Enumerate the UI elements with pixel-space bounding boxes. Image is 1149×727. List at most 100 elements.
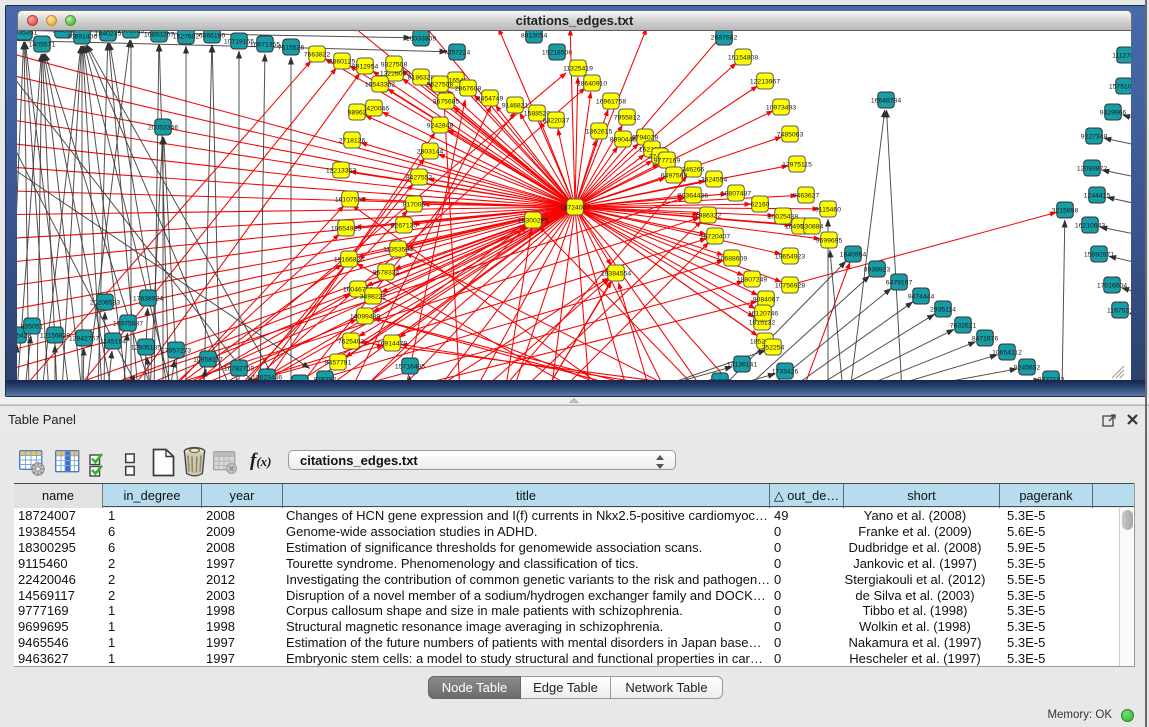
svg-text:654321: 654321 xyxy=(709,379,732,381)
svg-text:19654925: 19654925 xyxy=(331,226,361,233)
svg-text:7663822: 7663822 xyxy=(304,52,331,59)
svg-text:817006: 817006 xyxy=(403,202,426,209)
svg-text:835051: 835051 xyxy=(21,324,44,331)
svg-text:16154808: 16154808 xyxy=(728,55,758,62)
svg-text:7515526: 7515526 xyxy=(278,45,305,52)
svg-text:7625402: 7625402 xyxy=(338,339,365,346)
svg-text:7485063: 7485063 xyxy=(777,132,804,139)
svg-text:6479197: 6479197 xyxy=(886,280,913,287)
svg-text:14099489: 14099489 xyxy=(350,314,380,321)
svg-text:20053346: 20053346 xyxy=(148,125,178,132)
svg-text:12156829: 12156829 xyxy=(40,333,70,340)
svg-text:19654923: 19654923 xyxy=(775,254,805,261)
svg-text:12823446: 12823446 xyxy=(252,375,282,381)
svg-text:2718126: 2718126 xyxy=(339,138,366,145)
svg-text:2687682: 2687682 xyxy=(711,35,738,42)
svg-text:8912954: 8912954 xyxy=(352,64,379,71)
svg-text:8813054: 8813054 xyxy=(521,33,548,40)
svg-text:8678334: 8678334 xyxy=(373,270,400,277)
svg-text:19384554: 19384554 xyxy=(601,271,631,278)
svg-text:18640910: 18640910 xyxy=(577,81,607,88)
svg-text:9472183: 9472183 xyxy=(1038,377,1065,381)
svg-text:7986322: 7986322 xyxy=(695,213,722,220)
svg-text:9474444: 9474444 xyxy=(908,294,935,301)
svg-text:18807249: 18807249 xyxy=(737,277,767,284)
svg-text:16914479: 16914479 xyxy=(377,341,407,348)
svg-text:1145194: 1145194 xyxy=(100,339,126,346)
svg-text:1405571: 1405571 xyxy=(29,42,56,49)
svg-text:3675685: 3675685 xyxy=(433,99,460,106)
svg-text:17957273: 17957273 xyxy=(161,348,191,355)
svg-text:1362615: 1362615 xyxy=(586,129,613,136)
svg-text:10688609: 10688609 xyxy=(717,256,747,263)
svg-text:1112753: 1112753 xyxy=(1112,53,1131,60)
svg-text:1591523: 1591523 xyxy=(118,31,145,35)
svg-text:3498222: 3498222 xyxy=(360,294,387,301)
svg-text:19166825: 19166825 xyxy=(334,257,364,264)
svg-text:8938923: 8938923 xyxy=(864,267,891,274)
svg-text:9463627: 9463627 xyxy=(793,193,820,200)
svg-text:10756928: 10756928 xyxy=(775,283,805,290)
svg-text:8186328: 8186328 xyxy=(408,75,435,82)
svg-text:16671355: 16671355 xyxy=(250,42,280,49)
svg-text:16210643: 16210643 xyxy=(1075,223,1105,230)
svg-text:7632621: 7632621 xyxy=(950,323,977,330)
svg-text:230884: 230884 xyxy=(801,224,824,231)
svg-text:16961758: 16961758 xyxy=(596,99,626,106)
svg-text:20364436: 20364436 xyxy=(678,193,708,200)
svg-text:1167531: 1167531 xyxy=(1107,308,1131,315)
svg-text:252254: 252254 xyxy=(762,345,785,352)
svg-text:2803144: 2803144 xyxy=(417,149,444,156)
svg-text:7357224: 7357224 xyxy=(444,50,471,57)
svg-text:16033809: 16033809 xyxy=(406,36,436,43)
svg-text:10653267: 10653267 xyxy=(144,32,174,39)
svg-text:12213967: 12213967 xyxy=(750,79,780,86)
svg-text:9329966: 9329966 xyxy=(1100,110,1127,117)
svg-text:8035351: 8035351 xyxy=(17,31,37,37)
svg-text:9327508: 9327508 xyxy=(381,62,408,69)
svg-text:11353504: 11353504 xyxy=(383,247,413,254)
svg-text:15720407: 15720407 xyxy=(700,234,730,241)
svg-text:3624554: 3624554 xyxy=(701,177,728,184)
svg-text:16543362: 16543362 xyxy=(365,82,395,89)
svg-text:6497568: 6497568 xyxy=(661,173,688,180)
svg-text:9527508: 9527508 xyxy=(427,82,454,89)
svg-text:12975115: 12975115 xyxy=(782,162,812,169)
svg-text:20206533: 20206533 xyxy=(90,300,120,307)
svg-text:98962: 98962 xyxy=(348,110,367,117)
svg-text:9245652: 9245652 xyxy=(1014,365,1041,372)
svg-text:3215958: 3215958 xyxy=(1052,208,1079,215)
svg-text:9242848: 9242848 xyxy=(427,123,454,130)
svg-text:8267130: 8267130 xyxy=(391,223,418,230)
svg-text:10973493: 10973493 xyxy=(766,105,796,112)
svg-text:12505135: 12505135 xyxy=(131,345,161,352)
svg-text:11325419: 11325419 xyxy=(563,66,593,73)
svg-text:9457791: 9457791 xyxy=(325,360,352,367)
svg-text:19218506: 19218506 xyxy=(542,50,572,57)
svg-text:9146821: 9146821 xyxy=(502,103,529,110)
svg-text:62160: 62160 xyxy=(751,202,770,209)
svg-text:16782759: 16782759 xyxy=(224,366,254,373)
svg-text:8471676: 8471676 xyxy=(972,336,999,343)
svg-text:9084067: 9084067 xyxy=(753,297,780,304)
svg-text:20691406: 20691406 xyxy=(67,34,97,41)
svg-text:16120746: 16120746 xyxy=(748,311,778,318)
svg-text:17838924: 17838924 xyxy=(133,296,163,303)
svg-text:14136141: 14136141 xyxy=(727,362,757,369)
svg-text:1527602: 1527602 xyxy=(173,34,200,41)
svg-text:6794028: 6794028 xyxy=(632,135,659,142)
svg-text:1733426: 1733426 xyxy=(772,369,799,376)
svg-text:9699695: 9699695 xyxy=(816,238,843,245)
svg-text:8427552: 8427552 xyxy=(406,175,433,182)
svg-text:15751074: 15751074 xyxy=(1109,84,1131,91)
svg-text:2867608: 2867608 xyxy=(455,86,482,93)
svg-text:15716485: 15716485 xyxy=(395,364,425,371)
svg-text:12213363: 12213363 xyxy=(326,168,356,175)
svg-text:16648784: 16648784 xyxy=(871,98,901,105)
svg-text:2935114: 2935114 xyxy=(930,307,956,314)
svg-text:9227349: 9227349 xyxy=(1081,134,1108,141)
svg-text:9115460: 9115460 xyxy=(815,207,841,214)
svg-text:12942757: 12942757 xyxy=(69,336,99,343)
svg-text:10975887: 10975887 xyxy=(113,321,143,328)
svg-text:15692971: 15692971 xyxy=(1084,252,1114,259)
